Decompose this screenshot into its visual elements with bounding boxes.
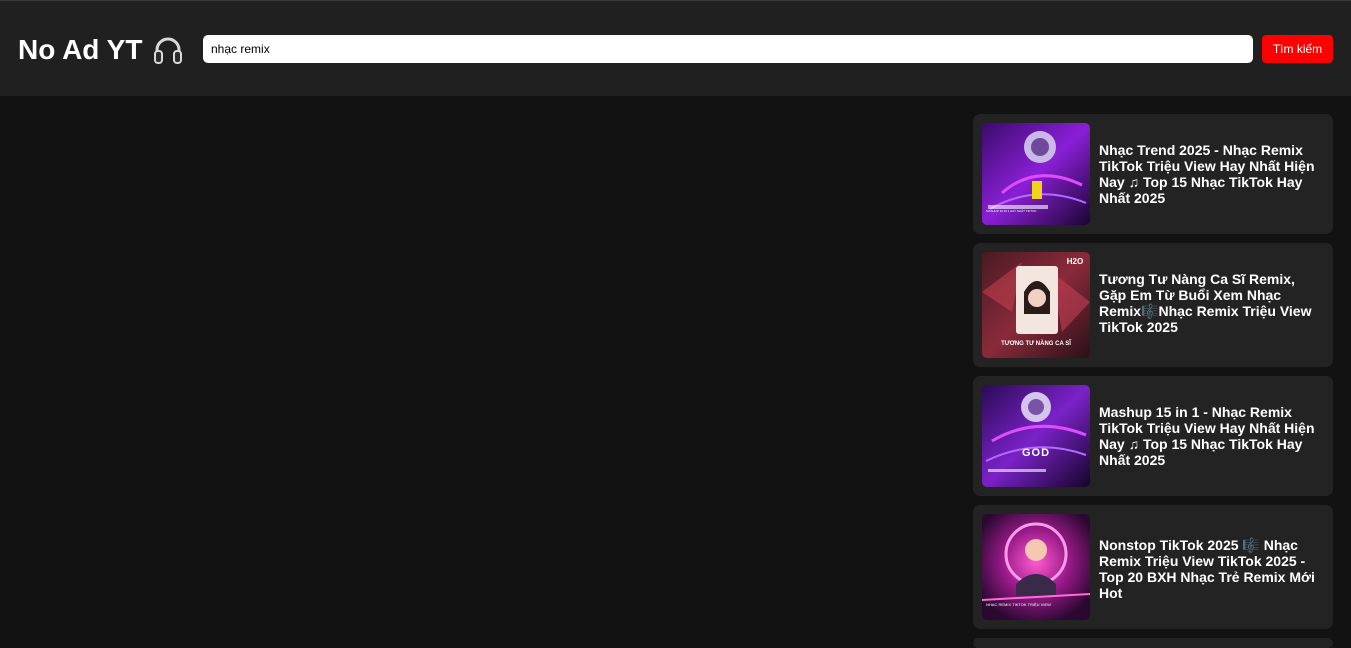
result-card[interactable]: MASHUP 15 IN 1 HAY NHẤT TIKTOK Nhạc Tren… xyxy=(973,114,1333,234)
result-card[interactable]: NHẠC REMIX TIKTOK TRIỆU VIEW Nonstop Tik… xyxy=(973,505,1333,629)
app-logo[interactable]: No Ad YT xyxy=(18,32,184,68)
top-header: No Ad YT Tìm kiếm xyxy=(0,0,1351,96)
logo-text: No Ad YT xyxy=(18,34,143,65)
search-input[interactable] xyxy=(203,35,1253,63)
video-thumbnail[interactable]: GOD xyxy=(982,385,1090,487)
result-card[interactable]: GOD Mashup 15 in 1 - Nhạc Remix TikTok T… xyxy=(973,376,1333,496)
video-thumbnail[interactable]: MASHUP 15 IN 1 HAY NHẤT TIKTOK xyxy=(982,123,1090,225)
video-title[interactable]: Tương Tư Nàng Ca Sĩ Remix, Gặp Em Từ Buổ… xyxy=(1099,271,1325,335)
video-title[interactable]: Nhạc Trend 2025 - Nhạc Remix TikTok Triệ… xyxy=(1099,142,1325,206)
video-title[interactable]: Mashup 15 in 1 - Nhạc Remix TikTok Triệu… xyxy=(1099,404,1325,468)
video-thumbnail[interactable]: NHẠC REMIX TIKTOK TRIỆU VIEW xyxy=(982,514,1090,620)
headphones-icon xyxy=(152,34,184,66)
thumbnail-caption: GOD xyxy=(1021,447,1051,459)
search-button[interactable]: Tìm kiếm xyxy=(1262,35,1333,63)
svg-text:H2O: H2O xyxy=(1067,257,1083,266)
result-card[interactable]: H2O TƯƠNG TƯ NÀNG CA SĨ Tương Tư Nàng Ca… xyxy=(973,243,1333,367)
thumbnail-caption: TƯƠNG TƯ NÀNG CA SĨ xyxy=(1001,341,1071,347)
thumbnail-caption: NHẠC REMIX TIKTOK TRIỆU VIEW xyxy=(986,602,1051,607)
thumbnail-caption: MASHUP 15 IN 1 HAY NHẤT TIKTOK xyxy=(986,209,1037,213)
video-thumbnail[interactable]: H2O TƯƠNG TƯ NÀNG CA SĨ xyxy=(982,252,1090,358)
video-title[interactable]: Nonstop TikTok 2025 🎼 Nhạc Remix Triệu V… xyxy=(1099,537,1325,601)
result-card[interactable] xyxy=(973,638,1333,648)
